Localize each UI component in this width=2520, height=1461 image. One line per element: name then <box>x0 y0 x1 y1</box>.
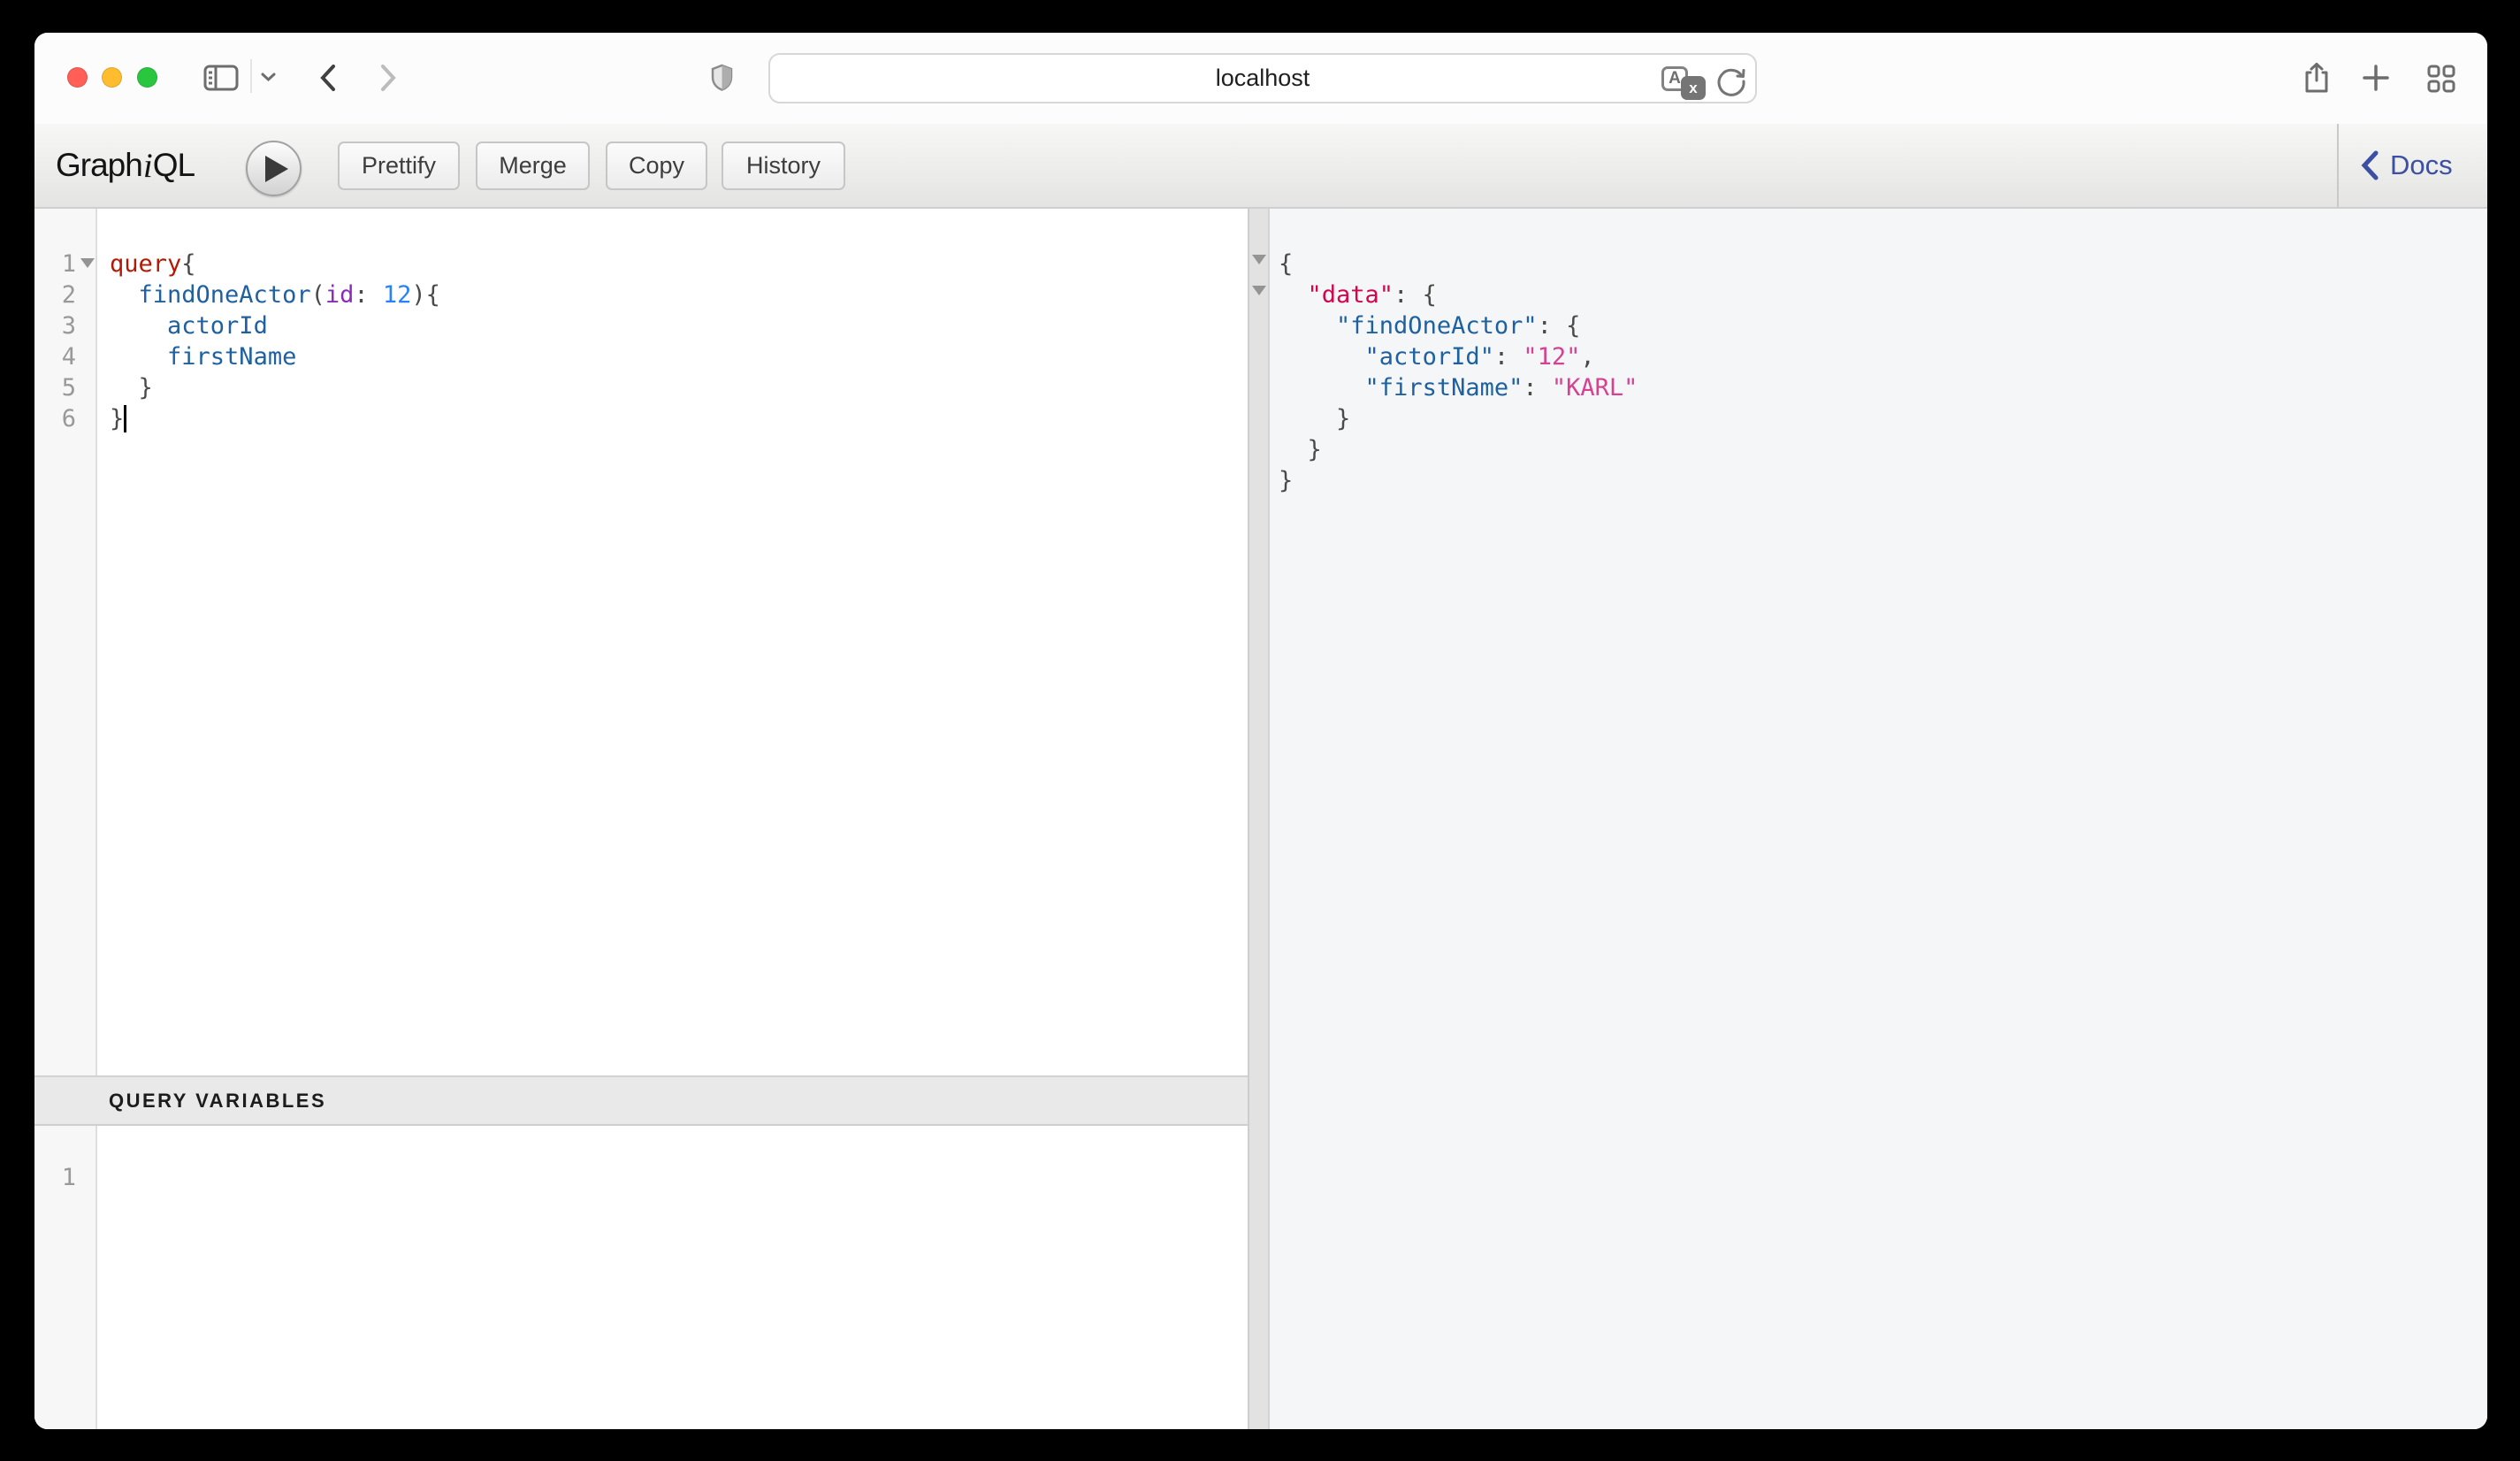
text-cursor <box>124 405 126 432</box>
zoom-window-button[interactable] <box>137 67 157 88</box>
minimize-window-button[interactable] <box>102 67 122 88</box>
close-window-button[interactable] <box>67 67 88 88</box>
titlebar-divider <box>250 59 252 93</box>
pane-resize-divider[interactable] <box>1248 209 1270 1429</box>
code-line: { <box>1279 249 1638 279</box>
code-line: } <box>110 403 440 434</box>
privacy-shield-icon[interactable] <box>711 64 733 91</box>
query-variables-title: QUERY VARIABLES <box>109 1090 326 1113</box>
prettify-button[interactable]: Prettify <box>338 142 460 190</box>
code-line: } <box>1279 434 1638 465</box>
docs-link[interactable]: Docs <box>2360 124 2453 207</box>
copy-button[interactable]: Copy <box>606 142 707 190</box>
query-editor-pane[interactable]: 123456 query{ findOneActor(id: 12){ acto… <box>34 209 1248 1429</box>
code-line: } <box>110 372 440 403</box>
line-number: 1 <box>34 1162 76 1193</box>
query-code: query{ findOneActor(id: 12){ actorId fir… <box>110 249 440 434</box>
result-fold-arrow-icon[interactable] <box>1252 255 1266 264</box>
browser-window: localhost A x <box>34 33 2487 1429</box>
reload-icon[interactable] <box>1714 65 1748 98</box>
url-address-field[interactable]: localhost A x <box>768 53 1757 103</box>
code-line: "firstName": "KARL" <box>1279 372 1638 403</box>
graphiql-toolbar: GraphiQL Prettify Merge Copy History Doc… <box>34 124 2487 209</box>
back-button-icon[interactable] <box>319 64 336 92</box>
line-number: 1 <box>34 249 76 279</box>
execute-query-button[interactable] <box>246 141 302 196</box>
code-line: query{ <box>110 249 440 279</box>
history-button[interactable]: History <box>722 142 845 190</box>
result-fold-arrow-icon[interactable] <box>1252 286 1266 295</box>
line-number: 6 <box>34 403 76 434</box>
variables-line-numbers: 1 <box>34 1162 76 1193</box>
url-text: localhost <box>770 55 1755 102</box>
result-code: { "data": { "findOneActor": { "actorId":… <box>1279 249 1638 496</box>
line-number: 5 <box>34 372 76 403</box>
chevron-down-icon[interactable] <box>261 72 276 82</box>
line-number: 2 <box>34 279 76 310</box>
graphiql-logo: GraphiQL <box>56 124 195 207</box>
line-number: 3 <box>34 310 76 341</box>
line-number: 4 <box>34 341 76 372</box>
browser-titlebar: localhost A x <box>34 33 2487 124</box>
tab-overview-grid-icon[interactable] <box>2427 65 2455 93</box>
translate-icon[interactable]: A x <box>1661 66 1711 107</box>
code-line: actorId <box>110 310 440 341</box>
code-line: "actorId": "12", <box>1279 341 1638 372</box>
forward-button-icon[interactable] <box>380 64 397 92</box>
code-line: } <box>1279 403 1638 434</box>
code-line: "findOneActor": { <box>1279 310 1638 341</box>
toolbar-divider <box>2337 124 2339 207</box>
fold-arrow-icon[interactable] <box>80 258 95 268</box>
code-line: firstName <box>110 341 440 372</box>
code-line: findOneActor(id: 12){ <box>110 279 440 310</box>
share-icon[interactable] <box>2303 62 2330 94</box>
query-line-numbers: 123456 <box>34 249 76 434</box>
play-icon <box>265 156 288 182</box>
docs-label: Docs <box>2390 149 2453 181</box>
code-line: "data": { <box>1279 279 1638 310</box>
result-pane: { "data": { "findOneActor": { "actorId":… <box>1270 209 2487 1429</box>
graphiql-main: 123456 query{ findOneActor(id: 12){ acto… <box>34 209 2487 1429</box>
new-tab-plus-icon[interactable] <box>2363 65 2389 91</box>
query-variables-bar[interactable]: QUERY VARIABLES <box>34 1075 1248 1126</box>
merge-button[interactable]: Merge <box>476 142 590 190</box>
chevron-left-icon <box>2360 150 2379 180</box>
sidebar-toggle-icon[interactable] <box>203 65 239 91</box>
code-line: } <box>1279 465 1638 496</box>
